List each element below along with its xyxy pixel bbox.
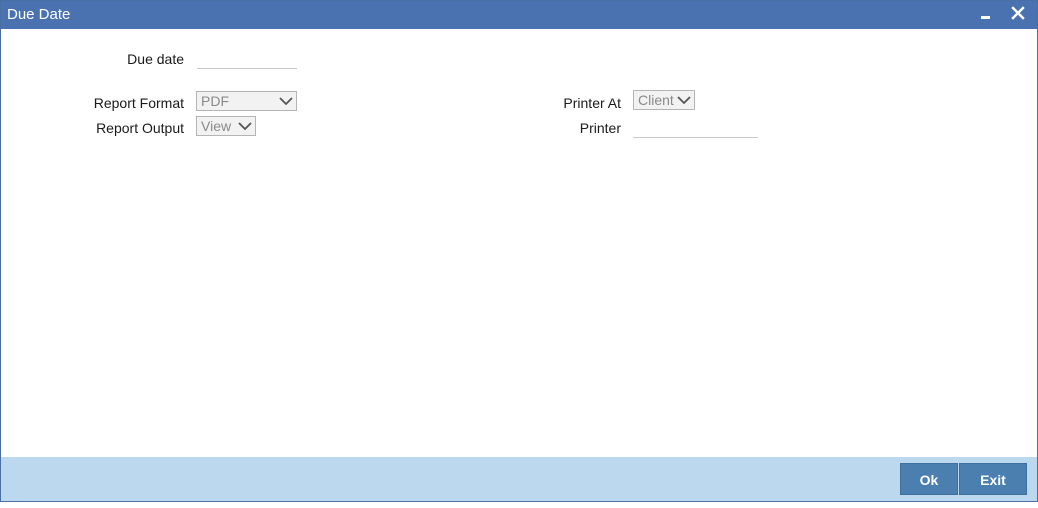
footer-bar: Ok Exit <box>1 457 1037 501</box>
minimize-icon <box>981 16 990 19</box>
printer-label: Printer <box>579 120 621 136</box>
printer-at-label: Printer At <box>563 95 621 111</box>
printer-at-value: Client <box>638 92 674 108</box>
due-date-field[interactable] <box>197 50 297 69</box>
report-output-value: View <box>201 118 232 134</box>
report-output-select[interactable]: View <box>196 116 256 136</box>
report-format-label: Report Format <box>93 95 184 111</box>
printer-at-select[interactable]: Client <box>633 90 695 110</box>
exit-button[interactable]: Exit <box>959 463 1027 495</box>
due-date-window: Due Date Due date Report Format PDF Repo… <box>0 0 1038 502</box>
due-date-label: Due date <box>127 51 184 67</box>
minimize-button[interactable] <box>975 3 997 25</box>
report-output-label: Report Output <box>96 120 184 136</box>
report-format-value: PDF <box>201 93 229 109</box>
printer-field[interactable] <box>633 119 758 138</box>
close-button[interactable] <box>1007 3 1029 25</box>
chevron-down-icon <box>677 96 691 105</box>
chevron-down-icon <box>279 97 293 106</box>
window-title: Due Date <box>7 6 71 23</box>
close-icon <box>1011 6 1025 20</box>
chevron-down-icon <box>238 122 252 131</box>
report-format-select[interactable]: PDF <box>196 91 297 111</box>
title-bar: Due Date <box>1 1 1037 29</box>
ok-button[interactable]: Ok <box>900 463 958 495</box>
